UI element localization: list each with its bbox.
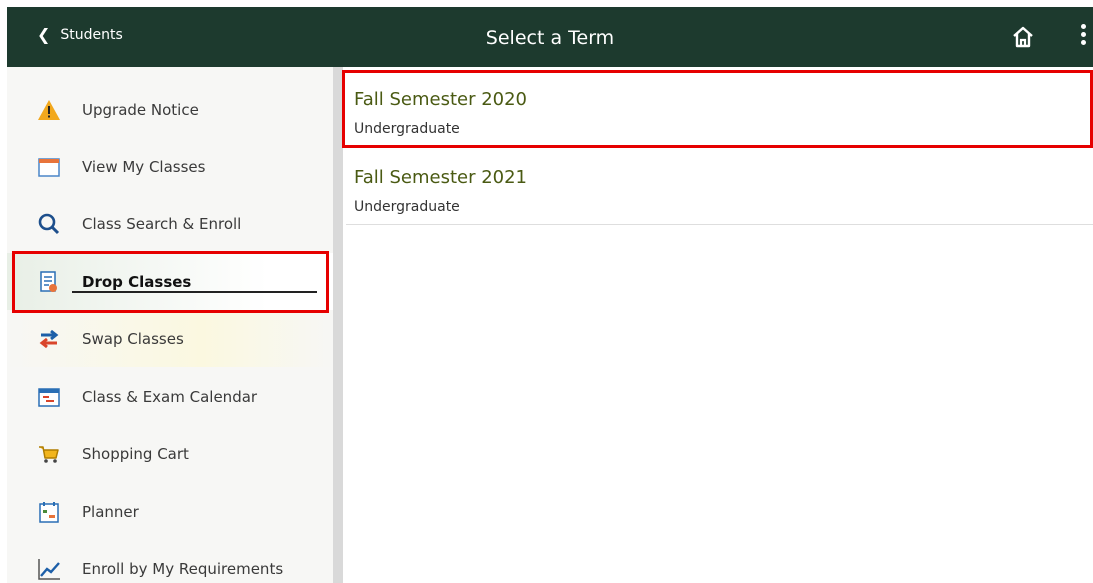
term-career: Undergraduate [354,121,460,137]
selected-underline [72,291,317,293]
shopping-cart-icon [37,442,61,466]
sidebar-item-drop-classes[interactable]: Drop Classes [7,253,333,310]
sidebar-item-label: Class Search & Enroll [82,214,242,233]
sidebar-item-label: Upgrade Notice [82,100,199,119]
sidebar-item-label: Enroll by My Requirements [82,559,284,578]
home-icon[interactable] [1010,24,1036,50]
sidebar-item-exam-calendar[interactable]: Class & Exam Calendar [7,368,333,425]
sidebar: Upgrade Notice View My Classes Class Sea… [7,67,333,583]
exam-calendar-icon [37,385,61,409]
drop-document-icon [37,270,61,294]
search-icon [37,212,61,236]
kebab-menu-icon[interactable] [1078,22,1088,52]
term-list: Fall Semester 2020 Undergraduate Fall Se… [343,67,1093,583]
swap-arrows-icon [37,327,61,351]
term-item-fall-2021[interactable]: Fall Semester 2021 Undergraduate [346,149,1093,225]
trend-chart-icon [37,557,61,581]
term-career: Undergraduate [354,199,460,215]
sidebar-item-class-search[interactable]: Class Search & Enroll [7,195,333,252]
sidebar-item-label: View My Classes [82,157,206,176]
sidebar-item-planner[interactable]: Planner [7,483,333,540]
warning-icon [37,98,61,122]
sidebar-item-label: Shopping Cart [82,444,189,463]
sidebar-item-enroll-by-requirements[interactable]: Enroll by My Requirements [7,540,333,583]
sidebar-item-swap-classes[interactable]: Swap Classes [7,310,333,367]
sidebar-item-upgrade-notice[interactable]: Upgrade Notice [7,81,333,138]
term-name: Fall Semester 2021 [354,167,528,188]
sidebar-item-label: Planner [82,502,139,521]
sidebar-item-shopping-cart[interactable]: Shopping Cart [7,425,333,482]
sidebar-item-view-my-classes[interactable]: View My Classes [7,138,333,195]
sidebar-item-label: Swap Classes [82,329,184,348]
page-title: Select a Term [485,27,615,49]
calendar-icon [37,155,61,179]
term-item-fall-2020[interactable]: Fall Semester 2020 Undergraduate [346,71,1093,147]
sidebar-item-label: Class & Exam Calendar [82,387,258,406]
header-bar: ❮ Students Select a Term [7,7,1093,67]
sidebar-item-label: Drop Classes [82,272,192,291]
planner-icon [37,500,61,524]
pane-divider[interactable] [333,67,343,583]
term-name: Fall Semester 2020 [354,89,528,110]
